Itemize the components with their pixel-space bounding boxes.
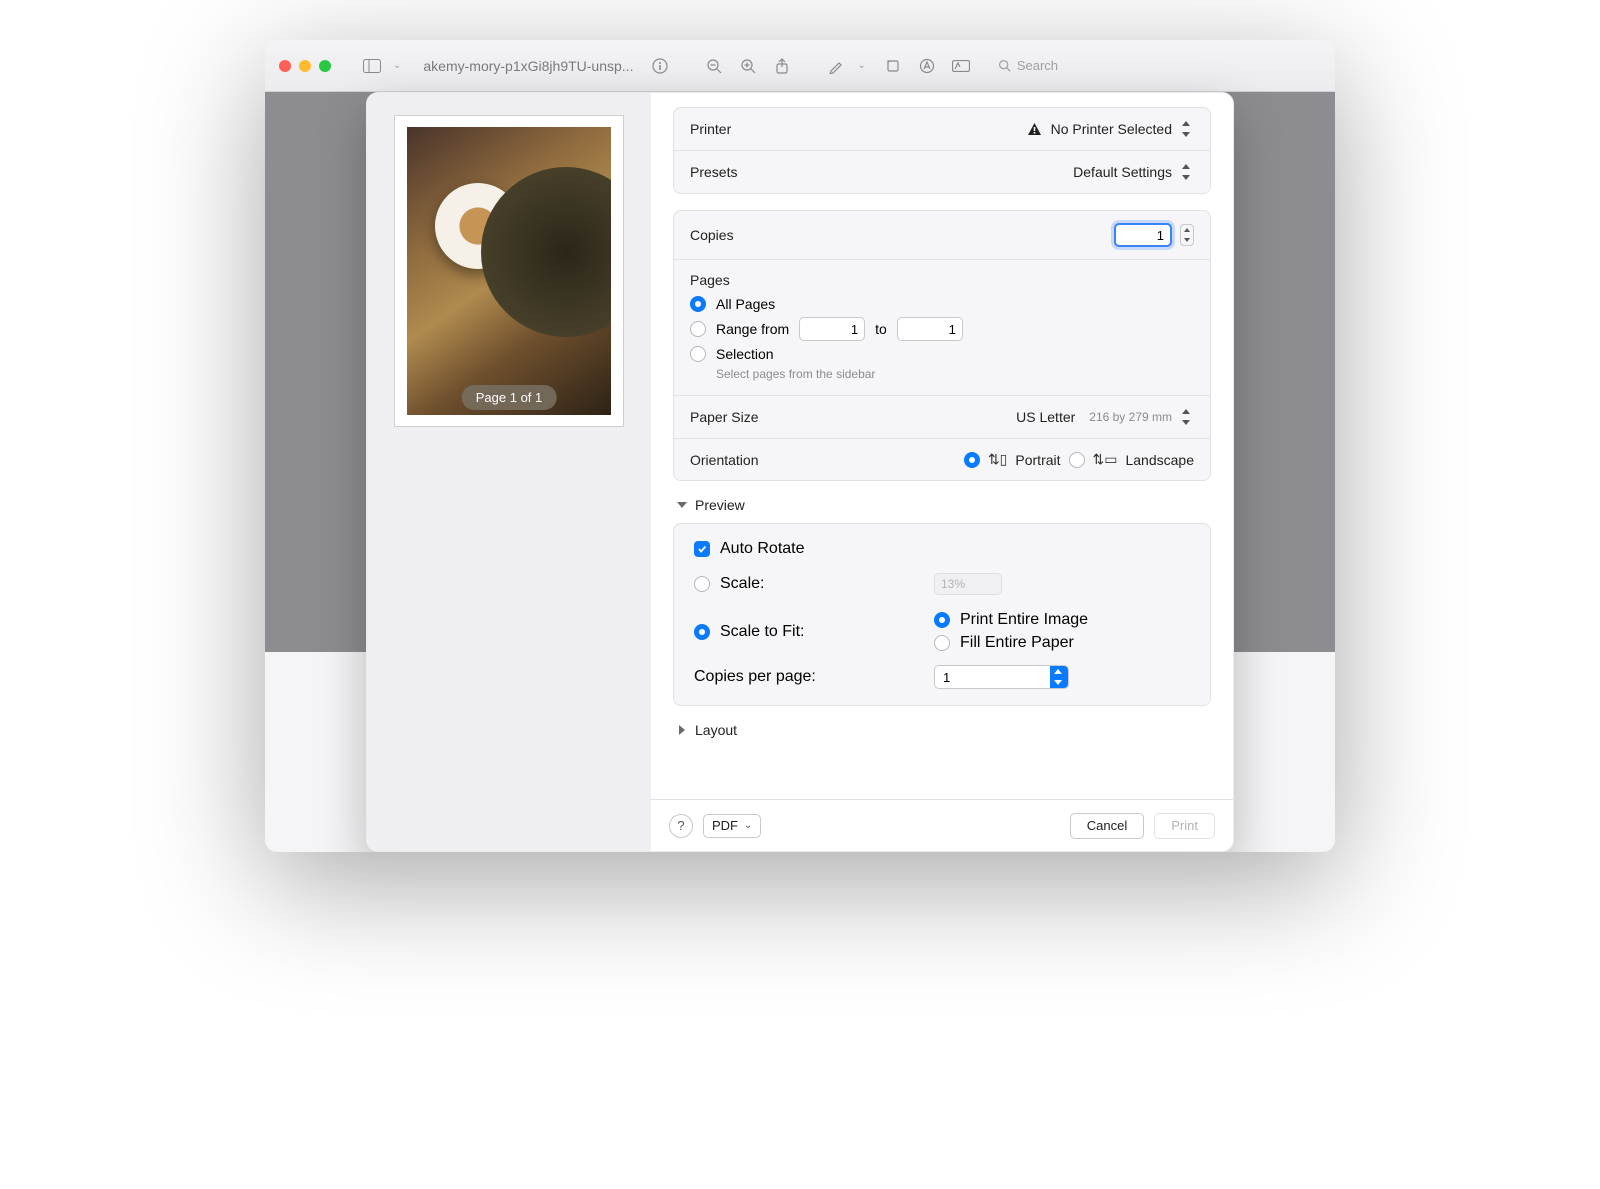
titlebar: ⌄ akemy-mory-p1xGi8jh9TU-unsp... ⌄ Searc…: [265, 40, 1335, 92]
form-icon[interactable]: [948, 53, 974, 79]
pages-range-radio[interactable]: [690, 321, 706, 337]
window-title: akemy-mory-p1xGi8jh9TU-unsp...: [423, 58, 633, 74]
traffic-lights: [279, 60, 331, 72]
pages-selection-hint: Select pages from the sidebar: [716, 367, 1194, 381]
print-button[interactable]: Print: [1154, 813, 1215, 839]
popup-arrows-icon: [1180, 408, 1194, 426]
print-entire-image-radio[interactable]: [934, 612, 950, 628]
orientation-landscape-label: Landscape: [1125, 452, 1194, 468]
pages-selection-label: Selection: [716, 346, 774, 362]
layout-section-title: Layout: [695, 722, 737, 738]
pages-selection-radio[interactable]: [690, 346, 706, 362]
search-placeholder: Search: [1017, 58, 1058, 73]
range-to-label: to: [875, 321, 887, 337]
page-indicator: Page 1 of 1: [462, 385, 557, 410]
chevron-down-icon: ⌄: [744, 820, 752, 831]
scale-to-fit-label: Scale to Fit:: [720, 623, 804, 641]
preview-disclosure[interactable]: Preview: [677, 497, 1211, 513]
pages-all-label: All Pages: [716, 296, 775, 312]
presets-label: Presets: [690, 164, 737, 180]
sidebar-toggle-icon[interactable]: [359, 53, 385, 79]
dialog-footer: ? PDF ⌄ Cancel Print: [651, 799, 1233, 851]
scale-label: Scale:: [720, 575, 764, 593]
presets-row: Presets Default Settings: [674, 150, 1210, 193]
pdf-menu-button[interactable]: PDF ⌄: [703, 814, 761, 838]
page-setup-panel: Copies Pages All Pages: [673, 210, 1211, 481]
landscape-icon: ⇅▭: [1093, 451, 1118, 468]
zoom-window-button[interactable]: [319, 60, 331, 72]
orientation-portrait-radio[interactable]: [964, 452, 980, 468]
preview-section-title: Preview: [695, 497, 745, 513]
help-button[interactable]: ?: [669, 814, 693, 838]
warning-icon: [1027, 121, 1043, 137]
share-icon[interactable]: [769, 53, 795, 79]
layout-disclosure[interactable]: Layout: [677, 722, 1211, 738]
presets-value: Default Settings: [1073, 164, 1172, 180]
print-preview-pane: Page 1 of 1: [367, 93, 651, 851]
copies-label: Copies: [690, 227, 734, 243]
close-window-button[interactable]: [279, 60, 291, 72]
copies-input[interactable]: [1114, 223, 1172, 247]
sidebar-menu-chevron-icon[interactable]: ⌄: [393, 60, 401, 71]
orientation-landscape-radio[interactable]: [1069, 452, 1085, 468]
pages-all-radio[interactable]: [690, 296, 706, 312]
info-icon[interactable]: [647, 53, 673, 79]
printer-value: No Printer Selected: [1051, 121, 1172, 137]
paper-size-row: Paper Size US Letter 216 by 279 mm: [674, 395, 1210, 438]
pages-range-label: Range from: [716, 321, 789, 337]
printer-label: Printer: [690, 121, 731, 137]
cancel-button[interactable]: Cancel: [1070, 813, 1144, 839]
print-entire-image-label: Print Entire Image: [960, 611, 1088, 629]
fill-entire-paper-label: Fill Entire Paper: [960, 634, 1074, 652]
copies-row: Copies: [674, 211, 1210, 259]
pages-label: Pages: [690, 272, 1194, 288]
search-field[interactable]: Search: [992, 54, 1162, 77]
pages-section: Pages All Pages Range from to: [674, 259, 1210, 395]
select-arrows-icon: [1052, 668, 1066, 686]
highlight-menu-chevron-icon[interactable]: ⌄: [857, 60, 865, 71]
preview-window: ⌄ akemy-mory-p1xGi8jh9TU-unsp... ⌄ Searc…: [265, 40, 1335, 852]
paper-size-label: Paper Size: [690, 409, 758, 425]
print-dialog: Page 1 of 1 Printer No Printer Selected: [366, 92, 1234, 852]
popup-arrows-icon: [1180, 163, 1194, 181]
auto-rotate-checkbox[interactable]: [694, 541, 710, 557]
scale-radio[interactable]: [694, 576, 710, 592]
copies-per-page-label: Copies per page:: [694, 668, 934, 686]
portrait-icon: ⇅▯: [988, 451, 1007, 468]
copies-stepper[interactable]: [1180, 224, 1194, 246]
paper-size-value: US Letter: [1016, 409, 1075, 425]
fill-entire-paper-radio[interactable]: [934, 635, 950, 651]
popup-arrows-icon: [1180, 120, 1194, 138]
search-icon: [998, 59, 1011, 72]
orientation-label: Orientation: [690, 452, 758, 468]
page-thumbnail[interactable]: Page 1 of 1: [394, 115, 624, 427]
print-options-pane: Printer No Printer Selected Presets Defa…: [651, 93, 1233, 851]
range-to-input[interactable]: [897, 317, 963, 341]
paper-size-dimensions: 216 by 279 mm: [1089, 410, 1172, 424]
scale-value-input: [934, 573, 1002, 595]
minimize-window-button[interactable]: [299, 60, 311, 72]
printer-presets-panel: Printer No Printer Selected Presets Defa…: [673, 107, 1211, 194]
thumbnail-image: [407, 127, 611, 415]
rotate-icon[interactable]: [880, 53, 906, 79]
range-from-input[interactable]: [799, 317, 865, 341]
auto-rotate-label: Auto Rotate: [720, 540, 805, 558]
printer-popup[interactable]: No Printer Selected: [1027, 120, 1194, 138]
copies-per-page-value: 1: [943, 670, 950, 685]
zoom-out-icon[interactable]: [701, 53, 727, 79]
orientation-row: Orientation ⇅▯ Portrait ⇅▭ Landscape: [674, 438, 1210, 480]
paper-size-popup[interactable]: US Letter 216 by 279 mm: [1016, 408, 1194, 426]
printer-row: Printer No Printer Selected: [674, 108, 1210, 150]
presets-popup[interactable]: Default Settings: [1073, 163, 1194, 181]
preview-options-panel: Auto Rotate Scale: Scale to Fit:: [673, 523, 1211, 706]
zoom-in-icon[interactable]: [735, 53, 761, 79]
disclosure-triangle-icon: [677, 502, 687, 508]
scale-to-fit-radio[interactable]: [694, 624, 710, 640]
copies-per-page-select[interactable]: 1: [934, 665, 1069, 689]
markup-icon[interactable]: [914, 53, 940, 79]
orientation-portrait-label: Portrait: [1015, 452, 1060, 468]
highlight-icon[interactable]: [823, 53, 849, 79]
pdf-label: PDF: [712, 818, 738, 833]
disclosure-triangle-icon: [679, 725, 685, 735]
